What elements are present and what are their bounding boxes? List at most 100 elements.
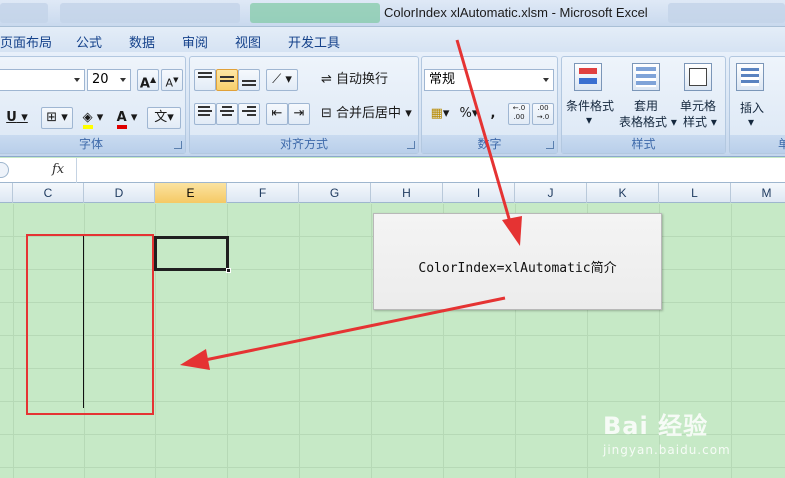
grid-column-line — [299, 204, 300, 478]
column-header-k[interactable]: K — [587, 183, 659, 203]
phonetic-guide-button[interactable]: 文▾ — [147, 107, 181, 129]
tab-developer[interactable]: 开发工具 — [288, 32, 340, 51]
phonetic-icon: 文 — [154, 110, 168, 125]
styles-group: 条件格式 ▾ 套用 表格格式 ▾ 单元格 样式 ▾ 样式 — [561, 56, 726, 154]
number-group: 常规 ▦▾ %▾ , ←.0.00 .00 →.0 数字 — [421, 56, 558, 154]
watermark-url: jingyan.baidu.com — [603, 443, 731, 457]
format-as-table-label-1[interactable]: 套用 — [634, 97, 658, 114]
align-middle-button[interactable] — [216, 69, 238, 91]
wrap-text-button[interactable]: ⇌ 自动换行 — [318, 69, 398, 91]
merge-center-label: 合并后居中 — [336, 106, 402, 121]
number-dialog-launcher-icon[interactable] — [546, 141, 554, 149]
column-header-g[interactable]: G — [299, 183, 371, 203]
font-size-select[interactable]: 20 — [87, 69, 131, 91]
blurred-tab[interactable] — [0, 3, 48, 23]
underline-button[interactable]: U ▾ — [1, 107, 33, 129]
font-name-select[interactable] — [0, 69, 85, 91]
column-header-m[interactable]: M — [731, 183, 785, 203]
align-left-icon — [195, 106, 215, 116]
number-format-value: 常规 — [429, 72, 456, 87]
decrease-indent-button[interactable]: ⇤ — [266, 103, 288, 125]
cell-styles-button[interactable]: 样式 ▾ — [683, 113, 717, 130]
ribbon-tabs: 页面布局 公式 数据 审阅 视图 开发工具 — [0, 27, 785, 52]
column-header-partial[interactable] — [0, 183, 13, 203]
blurred-tab[interactable] — [668, 3, 785, 23]
cell-styles-label-1[interactable]: 单元格 — [680, 97, 716, 114]
increase-decimal-icon: ←.0.00 — [512, 104, 526, 121]
decrease-indent-icon: ⇤ — [271, 106, 283, 121]
align-center-button[interactable] — [216, 103, 238, 125]
conditional-format-label[interactable]: 条件格式 — [566, 97, 614, 114]
cells-group-label: 单 — [730, 135, 785, 153]
underline-icon: U — [6, 110, 17, 125]
tab-view[interactable]: 视图 — [235, 32, 261, 51]
format-as-table-label-2: 表格格式 — [619, 115, 668, 129]
column-header-d[interactable]: D — [84, 183, 155, 203]
merge-cells-icon: ⊟ — [321, 106, 332, 121]
paint-bucket-icon: ◈ — [82, 110, 93, 129]
align-bottom-button[interactable] — [238, 69, 260, 91]
decrease-decimal-button[interactable]: .00 →.0 — [532, 103, 554, 125]
grow-font-button[interactable]: A▲ — [137, 69, 159, 91]
column-header-c[interactable]: C — [13, 183, 84, 203]
align-bottom-icon — [239, 70, 259, 86]
tab-page-layout[interactable]: 页面布局 — [0, 32, 52, 51]
cell-border-line — [83, 236, 84, 408]
font-color-button[interactable]: A ▾ — [111, 107, 143, 129]
column-header-h[interactable]: H — [371, 183, 443, 203]
tab-review[interactable]: 审阅 — [182, 32, 208, 51]
chevron-down-icon — [543, 78, 549, 82]
border-grid-icon: ⊞ — [46, 110, 58, 125]
percent-style-button[interactable]: %▾ — [458, 103, 480, 125]
insert-function-button[interactable]: fx — [52, 162, 64, 177]
align-left-button[interactable] — [194, 103, 216, 125]
column-header-j[interactable]: J — [515, 183, 587, 203]
align-middle-icon — [217, 70, 237, 82]
chevron-down-icon[interactable]: ▾ — [586, 113, 592, 127]
cell-styles-icon — [684, 63, 712, 91]
macro-button[interactable]: ColorIndex=xlAutomatic简介 — [373, 213, 662, 310]
column-header-l[interactable]: L — [659, 183, 731, 203]
font-dialog-launcher-icon[interactable] — [174, 141, 182, 149]
conditional-format-icon — [574, 63, 602, 91]
formula-separator — [76, 158, 77, 183]
tab-formulas[interactable]: 公式 — [76, 32, 102, 51]
shrink-font-button[interactable]: A▼ — [161, 69, 183, 91]
grid-column-line — [13, 204, 14, 478]
number-format-select[interactable]: 常规 — [424, 69, 554, 91]
blurred-tab[interactable] — [250, 3, 380, 23]
grid-column-line — [371, 204, 372, 478]
fill-handle[interactable] — [226, 268, 231, 273]
decrease-decimal-icon: .00 →.0 — [536, 104, 550, 121]
blurred-tab[interactable] — [60, 3, 240, 23]
alignment-dialog-launcher-icon[interactable] — [407, 141, 415, 149]
font-size-value: 20 — [92, 72, 109, 87]
comma-style-button[interactable]: , — [482, 103, 504, 125]
chevron-down-icon[interactable]: ▾ — [748, 115, 754, 129]
align-right-button[interactable] — [238, 103, 260, 125]
column-header-e[interactable]: E — [155, 183, 227, 203]
insert-label[interactable]: 插入 — [740, 99, 764, 116]
title-bar: ColorIndex xlAutomatic.xlsm - Microsoft … — [0, 0, 785, 27]
tab-data[interactable]: 数据 — [129, 32, 155, 51]
increase-indent-button[interactable]: ⇥ — [288, 103, 310, 125]
percent-icon: % — [459, 106, 472, 121]
name-box[interactable] — [0, 162, 9, 178]
fill-color-button[interactable]: ◈ ▾ — [77, 107, 109, 129]
align-top-icon — [195, 72, 215, 78]
column-header-f[interactable]: F — [227, 183, 299, 203]
highlight-rectangle — [26, 234, 154, 415]
cells-group: 插入 ▾ 单 — [729, 56, 785, 154]
merge-center-button[interactable]: ⊟ 合并后居中 ▾ — [318, 103, 416, 125]
borders-button[interactable]: ⊞ ▾ — [41, 107, 73, 129]
styles-group-label: 样式 — [562, 135, 725, 153]
increase-decimal-button[interactable]: ←.0.00 — [508, 103, 530, 125]
active-cell[interactable] — [154, 236, 229, 271]
currency-icon: ▦ — [430, 106, 443, 121]
align-top-button[interactable] — [194, 69, 216, 91]
orientation-button[interactable]: ⟋ ▾ — [266, 69, 298, 91]
column-header-i[interactable]: I — [443, 183, 515, 203]
comma-icon: , — [490, 106, 496, 121]
format-as-table-button[interactable]: 表格格式 ▾ — [619, 113, 677, 130]
accounting-format-button[interactable]: ▦▾ — [424, 103, 456, 125]
